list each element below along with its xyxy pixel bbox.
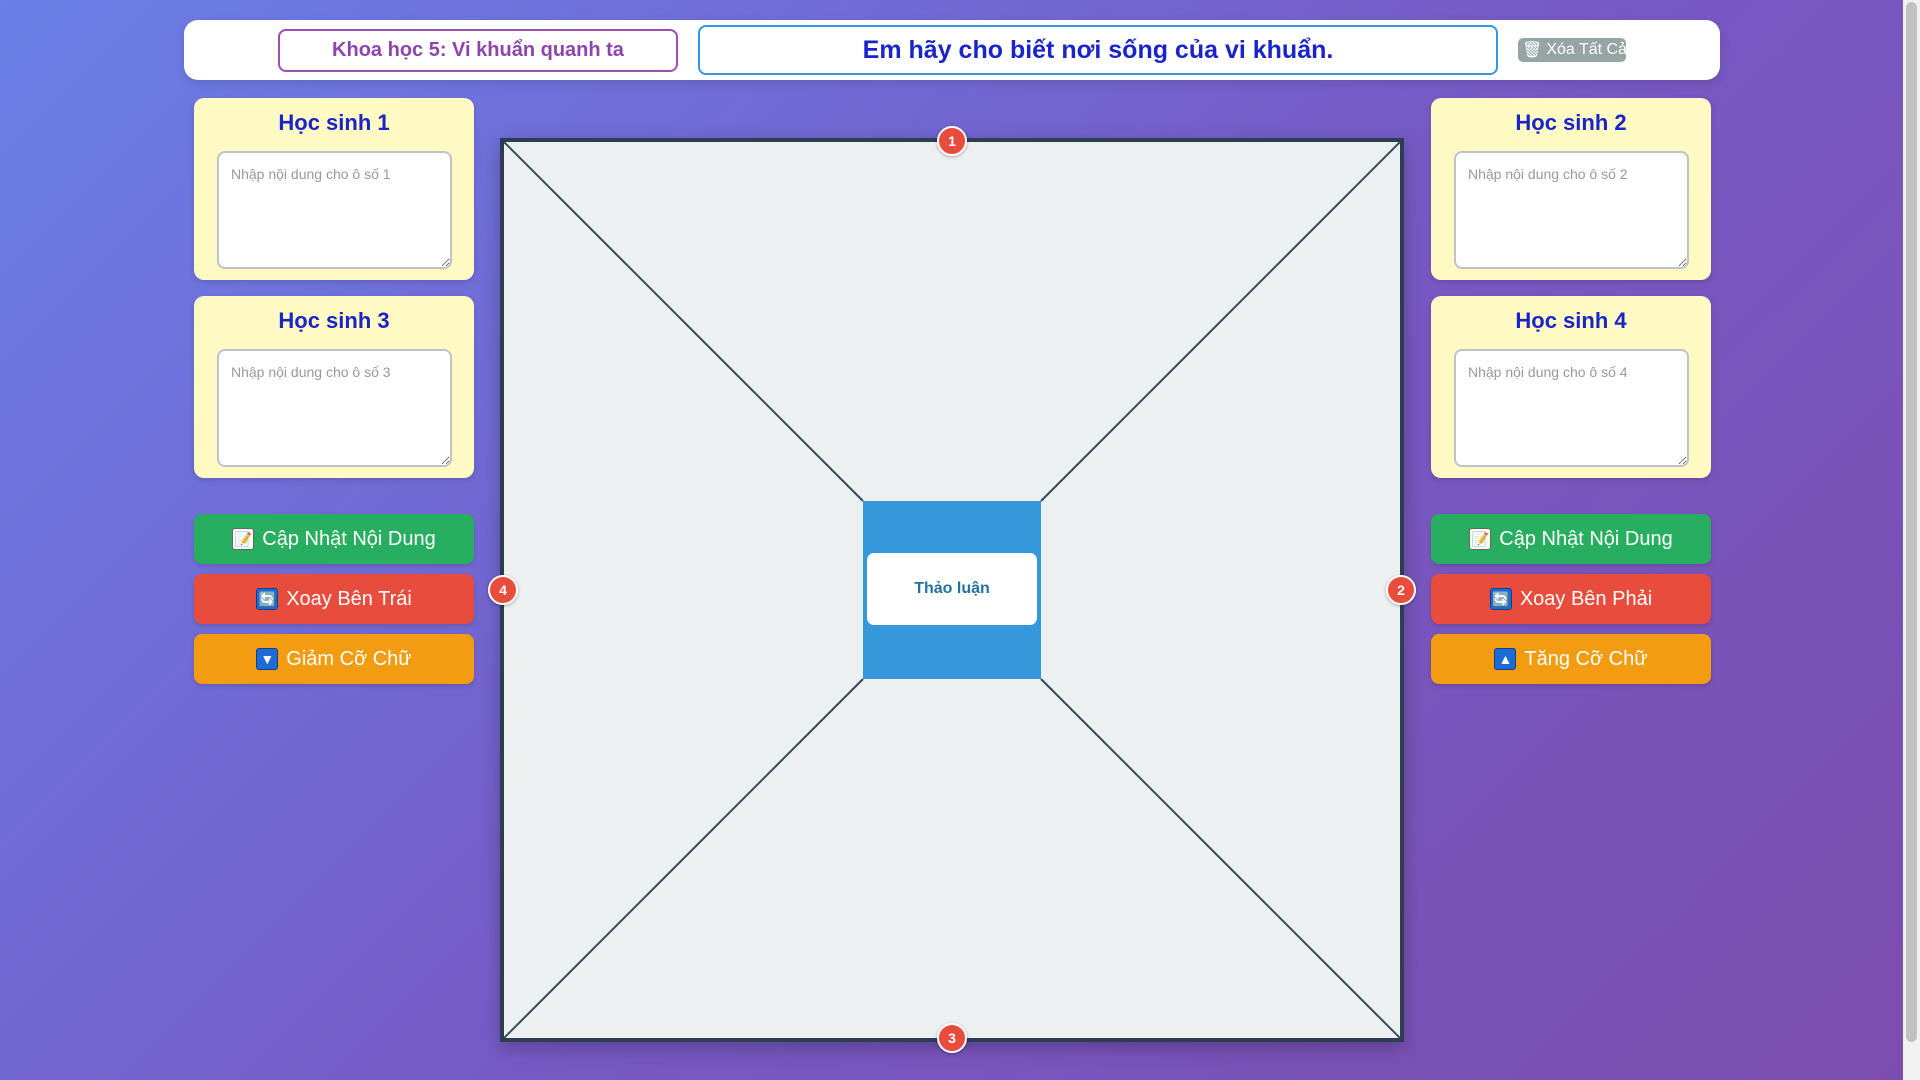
badge-3: 3 <box>937 1023 967 1053</box>
right-update-button[interactable]: 📝 Cập Nhật Nội Dung <box>1431 514 1711 564</box>
clear-all-label: Xóa Tất Cả <box>1546 41 1626 58</box>
right-update-label: Cập Nhật Nội Dung <box>1499 527 1673 550</box>
rotate-icon: 🔄 <box>256 588 279 610</box>
question-title: Em hãy cho biết nơi sống của vi khuẩn. <box>698 25 1498 75</box>
subject-title: Khoa học 5: Vi khuẩn quanh ta <box>278 29 678 72</box>
memo-icon: 📝 <box>1469 528 1492 550</box>
rotate-left-label: Xoay Bên Trái <box>286 587 412 610</box>
left-update-label: Cập Nhật Nội Dung <box>262 527 436 550</box>
student-title-4: Học sinh 4 <box>1515 308 1627 333</box>
decrease-font-label: Giảm Cỡ Chữ <box>286 647 412 670</box>
student-card-4: Học sinh 4 <box>1431 296 1711 478</box>
increase-font-label: Tăng Cỡ Chữ <box>1524 647 1648 670</box>
rotate-right-label: Xoay Bên Phải <box>1519 587 1653 610</box>
center-box: Thảo luận <box>863 501 1041 679</box>
discussion-board: Thảo luận <box>500 138 1404 1042</box>
student-title-1: Học sinh 1 <box>278 110 390 135</box>
student-card-1: Học sinh 1 <box>194 98 474 280</box>
header-bar: Khoa học 5: Vi khuẩn quanh ta Em hãy cho… <box>184 20 1720 80</box>
badge-2: 2 <box>1386 575 1416 605</box>
trash-icon: 🗑 <box>1522 42 1543 59</box>
increase-font-button[interactable]: ▲ Tăng Cỡ Chữ <box>1431 634 1711 684</box>
student-title-2: Học sinh 2 <box>1515 110 1627 135</box>
student-input-1[interactable] <box>217 151 452 269</box>
student-input-2[interactable] <box>1454 151 1689 269</box>
memo-icon: 📝 <box>232 528 255 550</box>
decrease-font-button[interactable]: ▼ Giảm Cỡ Chữ <box>194 634 474 684</box>
triangle-down-icon: ▼ <box>256 648 279 670</box>
center-label[interactable]: Thảo luận <box>867 553 1037 625</box>
triangle-up-icon: ▲ <box>1494 648 1517 670</box>
left-update-button[interactable]: 📝 Cập Nhật Nội Dung <box>194 514 474 564</box>
clear-all-button[interactable]: 🗑 Xóa Tất Cả <box>1518 38 1626 62</box>
badge-4: 4 <box>488 575 518 605</box>
student-card-3: Học sinh 3 <box>194 296 474 478</box>
rotate-right-button[interactable]: 🔄 Xoay Bên Phải <box>1431 574 1711 624</box>
badge-1: 1 <box>937 126 967 156</box>
student-input-3[interactable] <box>217 349 452 467</box>
rotate-icon: 🔄 <box>1489 588 1512 610</box>
student-card-2: Học sinh 2 <box>1431 98 1711 280</box>
student-input-4[interactable] <box>1454 349 1689 467</box>
student-title-3: Học sinh 3 <box>278 308 390 333</box>
scrollbar-thumb[interactable] <box>1906 2 1917 1042</box>
rotate-left-button[interactable]: 🔄 Xoay Bên Trái <box>194 574 474 624</box>
